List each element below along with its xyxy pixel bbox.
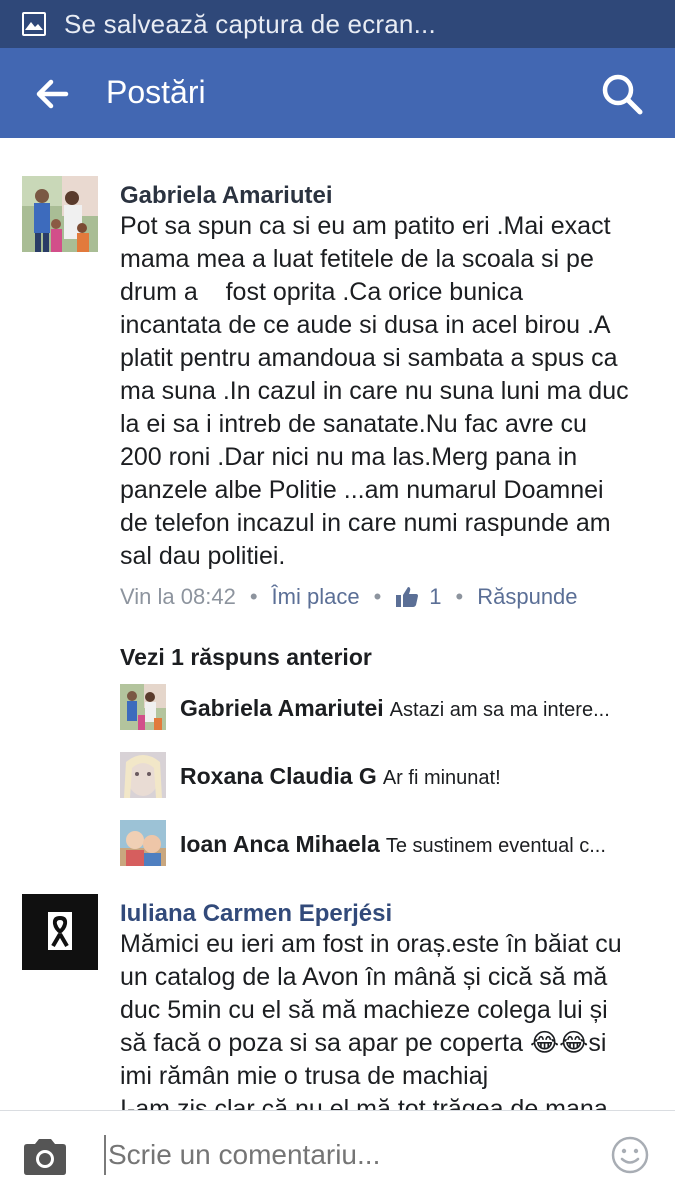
- comment-line: I-am zis clar că nu el mă tot trăgea de …: [120, 1095, 608, 1110]
- comment-text: Pot sa spun ca si eu am patito eri .Mai …: [120, 210, 629, 573]
- comment-line: platit pentru amandoua si sambata a spus…: [120, 344, 618, 372]
- reply-text: Te sustinem eventual c...: [385, 835, 606, 857]
- like-count[interactable]: 1: [429, 584, 441, 610]
- reply-item[interactable]: Ioan Anca Mihaela Te sustinem eventual c.…: [180, 831, 658, 858]
- avatar[interactable]: [22, 894, 98, 970]
- reply-button[interactable]: Răspunde: [477, 584, 577, 610]
- comment-line: Pot sa spun ca si eu am patito eri .Mai …: [120, 212, 611, 240]
- comment-line: sal dau politiei.: [120, 542, 286, 570]
- reply-item[interactable]: Roxana Claudia G Ar fi minunat!: [180, 763, 658, 790]
- back-arrow-icon[interactable]: [32, 74, 72, 114]
- separator-dot: •: [455, 584, 464, 609]
- comment-text: Mămici eu ieri am fost in oraș.este în b…: [120, 928, 622, 1110]
- comments-list[interactable]: Gabriela Amariutei Pot sa spun ca si eu …: [0, 138, 675, 1110]
- reply-item[interactable]: Gabriela Amariutei Astazi am sa ma intere…: [180, 695, 658, 722]
- separator-dot: •: [373, 584, 382, 609]
- app-bar: Postări: [0, 48, 675, 138]
- avatar[interactable]: [120, 684, 166, 730]
- separator-dot: •: [249, 584, 258, 609]
- comment-line: imi rămân mie o trusa de machiaj: [120, 1062, 489, 1090]
- comment-composer: [0, 1110, 675, 1200]
- comment-author[interactable]: Gabriela Amariutei: [120, 182, 333, 210]
- avatar[interactable]: [120, 752, 166, 798]
- avatar[interactable]: [120, 820, 166, 866]
- status-bar: Se salvează captura de ecran...: [0, 0, 675, 48]
- comment-line: drum a fost oprita .Ca orice bunica: [120, 278, 523, 306]
- comment-meta: Vin la 08:42 • Îmi place • 1 • Răspunde: [120, 584, 578, 610]
- comment-line: de telefon incazul in care numi raspunde…: [120, 509, 611, 537]
- reply-author[interactable]: Ioan Anca Mihaela: [180, 831, 380, 857]
- reply-author[interactable]: Gabriela Amariutei: [180, 695, 384, 721]
- avatar[interactable]: [22, 176, 98, 252]
- comment-input[interactable]: [104, 1135, 574, 1175]
- comment-line: un catalog de la Avon în mână și cică să…: [120, 963, 608, 991]
- thumbs-up-icon: [395, 586, 419, 608]
- reply-text: Astazi am sa ma intere...: [389, 699, 610, 721]
- comment-line: 200 roni .Dar nici nu ma las.Merg pana i…: [120, 443, 578, 471]
- comment-line: incantata de ce aude si dusa in acel bir…: [120, 311, 611, 339]
- comment-line: la ei sa i intreb de sanatate.Nu fac avr…: [120, 410, 587, 438]
- comment-line: mama mea a luat fetitele de la scoala si…: [120, 245, 594, 273]
- view-previous-replies[interactable]: Vezi 1 răspuns anterior: [120, 644, 372, 671]
- page-title: Postări: [106, 74, 206, 110]
- comment-line: ma suna .In cazul in care nu suna luni m…: [120, 377, 629, 405]
- emoji-icon[interactable]: [610, 1135, 650, 1175]
- comment-line: să facă o poza si sa apar pe coperta 😂😂s…: [120, 1029, 607, 1057]
- comment-author[interactable]: Iuliana Carmen Eperjési: [120, 900, 392, 928]
- reply-text: Ar fi minunat!: [382, 767, 501, 789]
- search-icon[interactable]: [600, 72, 644, 116]
- like-button[interactable]: Îmi place: [272, 584, 360, 610]
- comment-time: Vin la 08:42: [120, 584, 236, 609]
- status-notification-text: Se salvează captura de ecran...: [64, 9, 436, 39]
- comment-line: duc 5min cu el să mă machieze colega lui…: [120, 996, 608, 1024]
- screenshot-icon: [22, 12, 46, 36]
- comment-line: Mămici eu ieri am fost in oraș.este în b…: [120, 930, 622, 958]
- reply-author[interactable]: Roxana Claudia G: [180, 763, 377, 789]
- camera-icon[interactable]: [20, 1137, 70, 1177]
- comment-line: panzele albe Politie ...am numarul Doamn…: [120, 476, 604, 504]
